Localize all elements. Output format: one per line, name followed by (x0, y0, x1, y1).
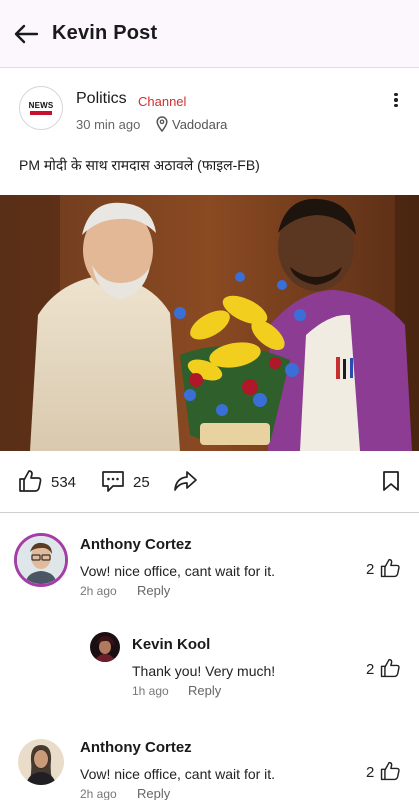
like-count: 534 (51, 474, 77, 491)
back-arrow-icon (14, 24, 39, 43)
comment-text: Vow! nice office, cant wait for it. (80, 563, 276, 579)
reply-button[interactable]: Reply (137, 583, 170, 598)
comment-time: 1h ago (132, 684, 169, 698)
avatar[interactable] (18, 739, 64, 785)
post-location: Vadodara (172, 117, 228, 132)
comment-author[interactable]: Kevin Kool (132, 636, 210, 653)
comment-count: 25 (133, 474, 150, 491)
post-image[interactable] (0, 195, 419, 451)
comment-like-count: 2 (366, 764, 375, 781)
thumbs-up-icon[interactable] (379, 557, 401, 579)
avatar[interactable] (14, 533, 68, 587)
share-icon[interactable] (172, 468, 198, 494)
avatar-image (17, 536, 65, 584)
more-vertical-icon (394, 92, 398, 97)
thumbs-up-icon[interactable] (379, 760, 401, 782)
comment-text: Vow! nice office, cant wait for it. (80, 766, 276, 782)
location-pin-icon (156, 116, 168, 132)
reply-button[interactable]: Reply (188, 683, 221, 698)
avatar-image (90, 632, 120, 662)
comment-like-count: 2 (366, 561, 375, 578)
avatar-image (18, 739, 64, 785)
comment-time: 2h ago (80, 584, 117, 598)
comment-author[interactable]: Anthony Cortez (80, 739, 192, 756)
post-time: 30 min ago (76, 117, 141, 132)
app-header: Kevin Post (0, 0, 419, 68)
post-photo-illustration (0, 195, 419, 451)
comment-text: Thank you! Very much! (132, 663, 276, 679)
back-button[interactable] (0, 0, 52, 68)
comment-author[interactable]: Anthony Cortez (80, 536, 192, 553)
comment-item: Anthony Cortez Vow! nice office, cant wa… (0, 530, 419, 600)
comment-item: Anthony Cortez Vow! nice office, cant wa… (0, 733, 419, 800)
post-caption: PM मोदी के साथ रामदास अठावले (फाइल-FB) (19, 157, 260, 173)
thumbs-up-icon[interactable] (379, 657, 401, 679)
avatar[interactable] (90, 632, 120, 662)
comment-time: 2h ago (80, 787, 117, 800)
logo-bar (30, 110, 52, 115)
post-actions: 534 25 (0, 464, 419, 502)
post-header: NEWS Politics Channel 30 min ago Vadodar… (0, 82, 419, 142)
comment-item: Kevin Kool Thank you! Very much! 1h ago … (0, 630, 419, 700)
comment-icon[interactable] (100, 468, 126, 494)
channel-logo-text: NEWS (28, 100, 54, 110)
reply-button[interactable]: Reply (137, 786, 170, 800)
post-author-name[interactable]: Politics (76, 90, 127, 108)
section-divider (0, 512, 419, 513)
channel-logo[interactable]: NEWS (19, 86, 63, 130)
thumbs-up-icon[interactable] (17, 468, 43, 494)
bookmark-icon[interactable] (380, 468, 402, 494)
comment-like-count: 2 (366, 661, 375, 678)
more-options-button[interactable] (386, 90, 406, 110)
page-title: Kevin Post (52, 22, 158, 44)
post-type-tag: Channel (138, 94, 187, 109)
